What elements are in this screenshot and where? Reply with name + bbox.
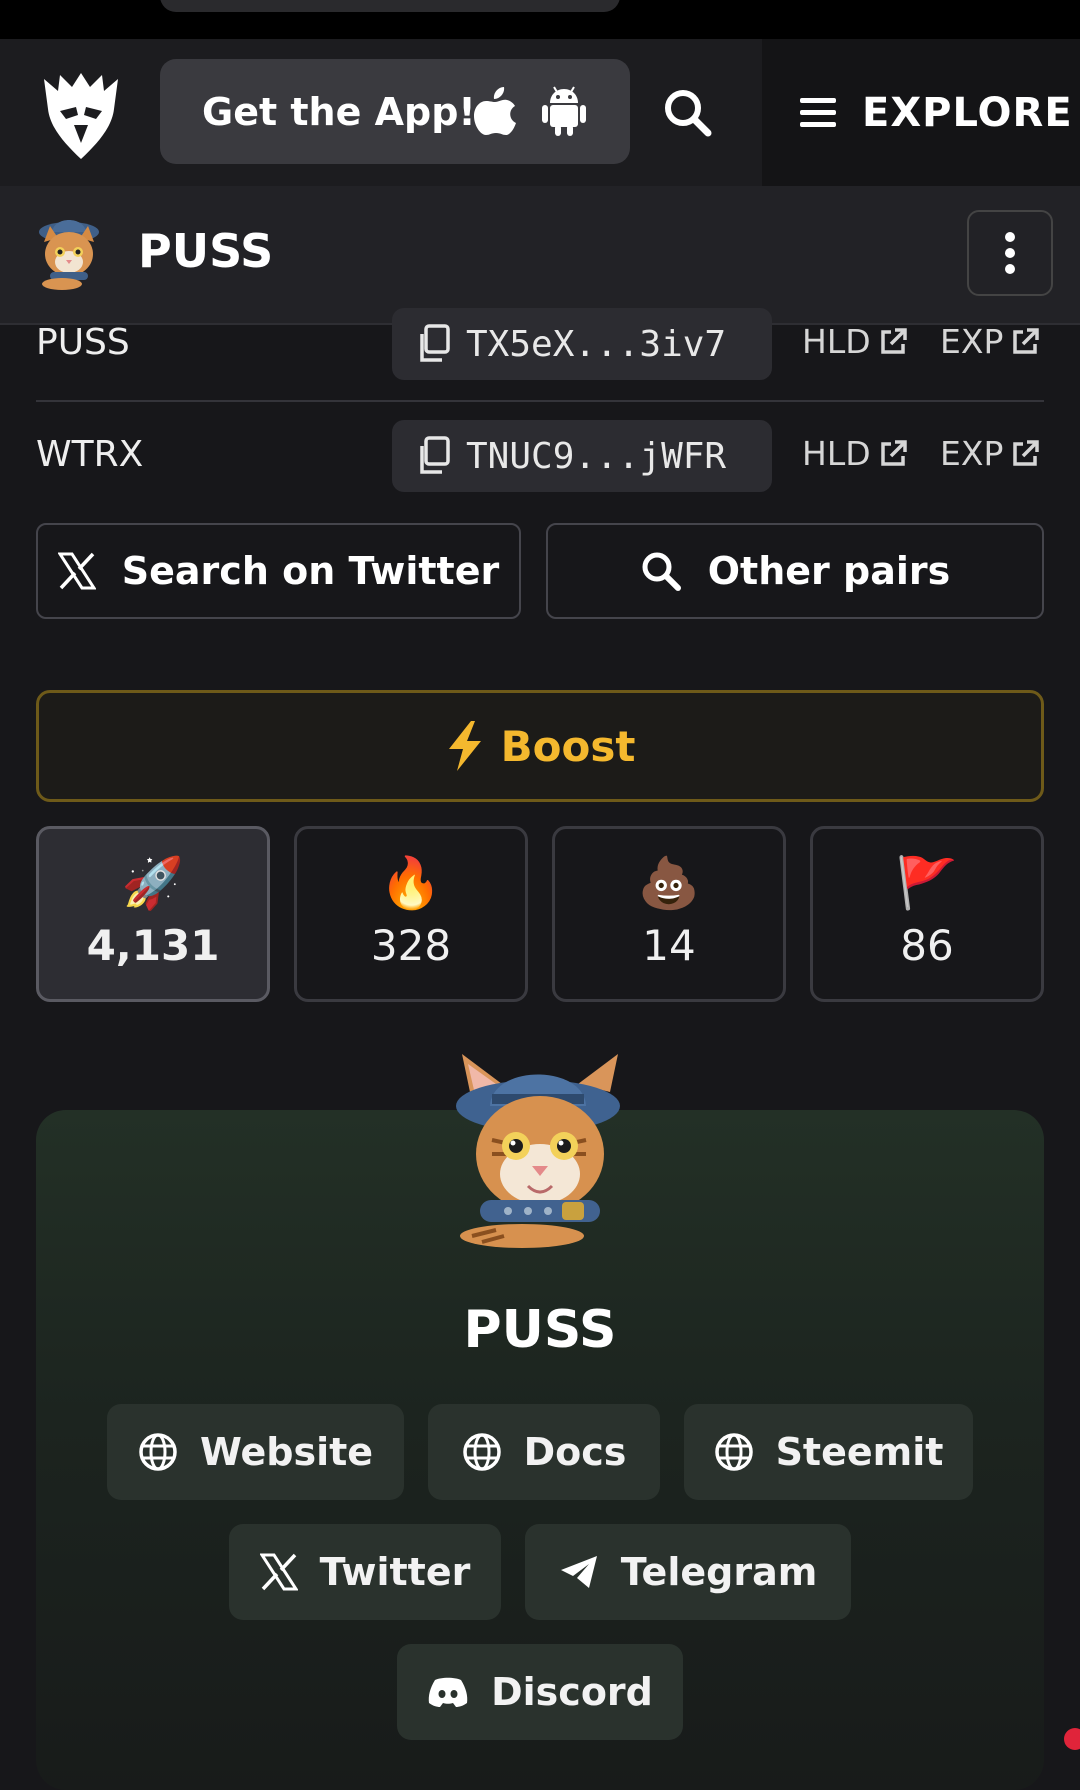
copy-address-button[interactable]: TX5eX...3iv7	[392, 308, 772, 380]
telegram-link[interactable]: Telegram	[525, 1524, 851, 1620]
other-pairs-label: Other pairs	[707, 549, 951, 593]
holders-link[interactable]: HLD	[802, 434, 909, 473]
twitter-link[interactable]: Twitter	[229, 1524, 501, 1620]
docs-link[interactable]: Docs	[428, 1404, 660, 1500]
globe-icon	[139, 1433, 177, 1471]
search-on-twitter-label: Search on Twitter	[121, 549, 500, 593]
search-icon	[642, 552, 681, 591]
telegram-label: Telegram	[620, 1550, 818, 1594]
lightning-icon	[448, 721, 481, 771]
external-link-icon	[1013, 327, 1040, 354]
token-avatar	[39, 220, 99, 290]
holders-link[interactable]: HLD	[802, 322, 909, 361]
token-logo-image	[456, 1054, 620, 1248]
reaction-fire[interactable]: 🔥 328	[294, 826, 528, 1002]
status-bar	[0, 0, 1080, 39]
reaction-red-flag[interactable]: 🚩 86	[810, 826, 1044, 1002]
docs-label: Docs	[523, 1430, 627, 1474]
fire-icon: 🔥	[379, 854, 443, 912]
x-icon	[259, 1553, 298, 1591]
get-app-label: Get the App!	[202, 89, 476, 134]
x-icon	[57, 552, 96, 590]
rocket-icon: 🚀	[121, 854, 185, 912]
explorer-label: EXP	[940, 322, 1004, 361]
apple-icon[interactable]	[472, 85, 518, 137]
discord-link[interactable]: Discord	[397, 1644, 683, 1740]
telegram-icon	[560, 1556, 597, 1588]
search-on-twitter-button[interactable]: Search on Twitter	[36, 523, 521, 619]
external-link-icon	[1013, 439, 1040, 466]
globe-icon	[714, 1433, 753, 1471]
poop-icon: 💩	[637, 854, 701, 912]
explorer-link[interactable]: EXP	[940, 322, 1041, 361]
explorer-link[interactable]: EXP	[940, 434, 1041, 473]
website-label: Website	[199, 1430, 374, 1474]
discord-label: Discord	[491, 1670, 653, 1714]
holders-label: HLD	[802, 322, 871, 361]
token-symbol: WTRX	[36, 434, 144, 475]
boost-button[interactable]: Boost	[36, 690, 1044, 802]
kebab-icon	[1005, 232, 1015, 242]
token-name: PUSS	[138, 224, 274, 278]
reaction-rocket[interactable]: 🚀 4,131	[36, 826, 270, 1002]
search-icon[interactable]	[660, 85, 716, 141]
reaction-count: 328	[370, 921, 452, 970]
reaction-count: 4,131	[86, 921, 220, 970]
top-nav: Get the App! EXPLORE	[0, 39, 1080, 186]
discord-icon	[428, 1677, 468, 1707]
notch	[160, 0, 620, 12]
profile-token-name: PUSS	[463, 1300, 617, 1360]
reaction-count: 86	[900, 921, 954, 970]
other-pairs-button[interactable]: Other pairs	[546, 523, 1044, 619]
globe-icon	[462, 1433, 501, 1471]
website-link[interactable]: Website	[107, 1404, 404, 1500]
android-icon[interactable]	[540, 85, 588, 137]
eagle-logo-icon[interactable]	[38, 69, 124, 161]
reaction-poop[interactable]: 💩 14	[552, 826, 786, 1002]
copy-icon	[420, 324, 450, 362]
twitter-label: Twitter	[319, 1550, 471, 1594]
copy-address-button[interactable]: TNUC9...jWFR	[392, 420, 772, 492]
external-link-icon	[880, 327, 907, 354]
steemit-link[interactable]: Steemit	[684, 1404, 973, 1500]
explore-label: EXPLORE	[862, 89, 1073, 136]
explorer-label: EXP	[940, 434, 1004, 473]
red-flag-icon: 🚩	[895, 854, 959, 912]
steemit-label: Steemit	[775, 1430, 944, 1474]
holders-label: HLD	[802, 434, 871, 473]
address-row-wtrx: WTRX TNUC9...jWFR HLD EXP	[36, 414, 1044, 498]
token-symbol: PUSS	[36, 322, 130, 363]
address-row-puss: PUSS TX5eX...3iv7 HLD EXP	[36, 302, 1044, 386]
external-link-icon	[880, 439, 907, 466]
get-app-button[interactable]: Get the App!	[160, 59, 630, 164]
reaction-count: 14	[642, 921, 696, 970]
contract-address: TNUC9...jWFR	[466, 435, 727, 477]
contract-address: TX5eX...3iv7	[466, 323, 727, 365]
explore-button[interactable]: EXPLORE	[762, 39, 1080, 186]
divider	[36, 400, 1044, 402]
boost-label: Boost	[500, 721, 636, 771]
copy-icon	[420, 436, 450, 474]
menu-icon	[800, 97, 836, 127]
notification-dot	[1064, 1728, 1080, 1750]
more-options-button[interactable]	[967, 210, 1053, 296]
